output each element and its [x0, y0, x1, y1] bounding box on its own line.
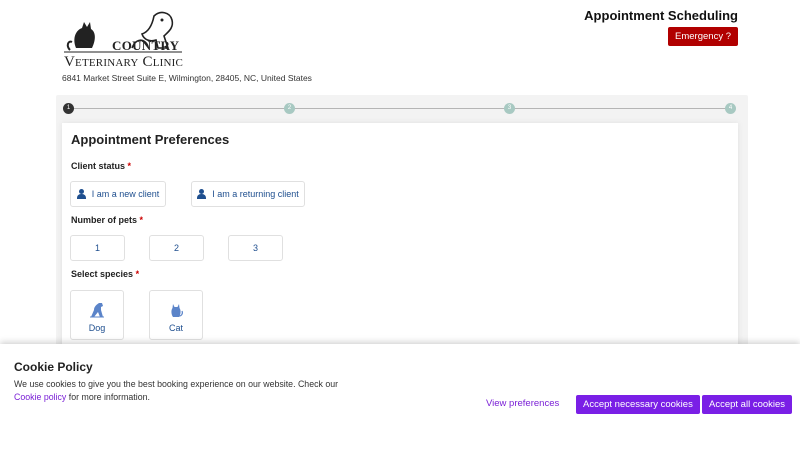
- returning-client-label: I am a returning client: [212, 189, 299, 199]
- page: Country Veterinary Clinic 6841 Market St…: [0, 0, 800, 450]
- species-dog-button[interactable]: Dog: [70, 290, 124, 340]
- pets-2-button[interactable]: 2: [149, 235, 204, 261]
- dog-icon: [90, 303, 104, 318]
- species-label: Select species *: [71, 269, 139, 279]
- card-title: Appointment Preferences: [71, 132, 230, 147]
- client-status-label-text: Client status: [71, 161, 126, 171]
- logo-text-country: Country: [112, 38, 180, 53]
- required-mark: *: [139, 215, 144, 225]
- step-3[interactable]: 3: [504, 103, 515, 114]
- person-icon: [197, 189, 207, 199]
- stepper-line: [69, 108, 731, 109]
- new-client-label: I am a new client: [91, 189, 160, 199]
- new-client-button[interactable]: I am a new client: [70, 181, 166, 207]
- accept-necessary-cookies-button[interactable]: Accept necessary cookies: [576, 395, 700, 414]
- species-label-text: Select species: [71, 269, 134, 279]
- logo-text-clinic: Veterinary Clinic: [64, 54, 184, 70]
- pets-3-button[interactable]: 3: [228, 235, 283, 261]
- step-4[interactable]: 4: [725, 103, 736, 114]
- cat-icon: [171, 304, 183, 317]
- accept-all-cookies-button[interactable]: Accept all cookies: [702, 395, 793, 414]
- pets-label: Number of pets *: [71, 215, 143, 225]
- pets-label-text: Number of pets: [71, 215, 138, 225]
- emergency-button[interactable]: Emergency ?: [668, 27, 738, 46]
- species-cat-button[interactable]: Cat: [149, 290, 203, 340]
- dog-label: Dog: [88, 323, 106, 333]
- step-2[interactable]: 2: [284, 103, 295, 114]
- required-mark: *: [135, 269, 140, 279]
- page-title: Appointment Scheduling: [584, 8, 738, 23]
- view-preferences-button[interactable]: View preferences: [486, 398, 559, 409]
- step-1[interactable]: 1: [63, 103, 74, 114]
- clinic-logo[interactable]: Country Veterinary Clinic: [62, 8, 184, 72]
- client-status-label: Client status *: [71, 161, 131, 171]
- cookie-text-before: We use cookies to give you the best book…: [14, 379, 339, 389]
- cookie-text: We use cookies to give you the best book…: [14, 378, 354, 404]
- cookie-policy-link[interactable]: Cookie policy: [14, 392, 66, 402]
- pets-1-button[interactable]: 1: [70, 235, 125, 261]
- person-icon: [76, 189, 86, 199]
- required-mark: *: [127, 161, 132, 171]
- clinic-address: 6841 Market Street Suite E, Wilmington, …: [62, 73, 312, 83]
- cookie-title: Cookie Policy: [14, 360, 93, 374]
- cat-label: Cat: [168, 323, 183, 333]
- returning-client-button[interactable]: I am a returning client: [191, 181, 305, 207]
- cookie-text-after: for more information.: [68, 392, 150, 402]
